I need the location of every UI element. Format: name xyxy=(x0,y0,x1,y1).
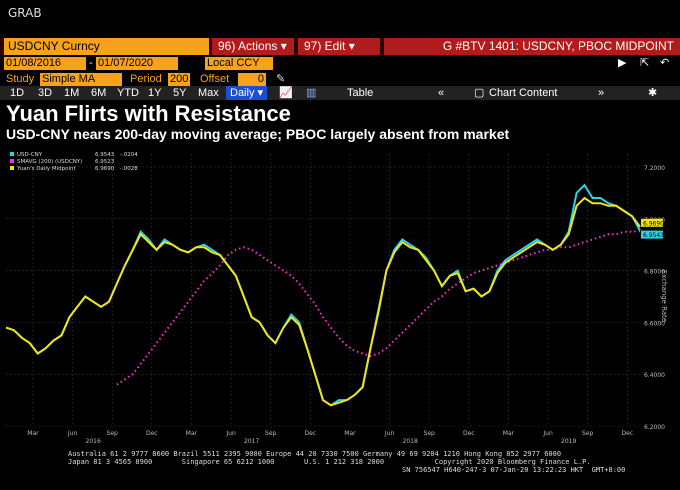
price-chart: 7.20007.00006.80006.60006.40006.2000 Exc… xyxy=(0,146,680,446)
legend-name: SMAVG (200) (USDCNY) xyxy=(17,159,82,165)
period-1m[interactable]: 1M xyxy=(64,86,79,100)
y-tick-label: 6.2000 xyxy=(644,424,665,431)
start-date-field[interactable]: 01/08/2016 xyxy=(4,57,86,70)
x-tick-label: Dec xyxy=(463,430,475,437)
date-separator: - xyxy=(89,57,93,69)
line-chart-icon[interactable]: 📈 xyxy=(279,86,293,100)
period-3d[interactable]: 3D xyxy=(38,86,52,100)
study-row: Study Simple MA Period 200 Offset 0 ✎ xyxy=(0,71,680,87)
last-value-text: 6.9543 xyxy=(643,232,664,239)
x-tick-label: Mar xyxy=(344,430,356,437)
back-icon[interactable]: ↶ xyxy=(660,57,669,70)
x-tick-label: Dec xyxy=(146,430,158,437)
chart-title-bar: G #BTV 1401: USDCNY, PBOC MIDPOINT xyxy=(384,38,680,55)
footer: Australia 61 2 9777 8600 Brazil 5511 239… xyxy=(0,447,680,490)
frequency-select[interactable]: Daily ▾ xyxy=(226,86,268,100)
x-year-label: 2019 xyxy=(561,438,576,445)
x-year-label: 2017 xyxy=(244,438,259,445)
x-tick-label: Jun xyxy=(542,430,553,437)
x-tick-label: Jun xyxy=(384,430,395,437)
chart-content-icon[interactable]: ▢ xyxy=(474,86,484,100)
actions-menu[interactable]: 96) Actions ▾ xyxy=(212,38,294,55)
legend-change: -.0204 xyxy=(120,152,138,158)
x-tick-label: Mar xyxy=(186,430,198,437)
period-6m[interactable]: 6M xyxy=(91,86,106,100)
table-button[interactable]: Table xyxy=(347,86,373,100)
x-year-label: 2018 xyxy=(403,438,418,445)
ticker-field[interactable]: USDCNY Curncy xyxy=(4,38,209,55)
play-icon[interactable]: ▶ xyxy=(618,57,626,70)
x-tick-label: Dec xyxy=(622,430,634,437)
offset-label: Offset xyxy=(200,73,230,85)
end-date-field[interactable]: 01/07/2020 xyxy=(96,57,178,70)
legend-last: 6.9523 xyxy=(95,159,115,165)
x-year-label: 2016 xyxy=(86,438,101,445)
legend-last: 6.9543 xyxy=(95,152,115,158)
currency-select[interactable]: Local CCY xyxy=(205,57,273,70)
export-icon[interactable]: ⇱ xyxy=(640,57,649,70)
pencil-icon[interactable]: ✎ xyxy=(276,73,285,86)
period-max[interactable]: Max xyxy=(198,86,219,100)
legend-swatch xyxy=(10,152,14,156)
x-tick-label: Dec xyxy=(305,430,317,437)
x-tick-label: Sep xyxy=(582,430,594,437)
offset-field[interactable]: 0 xyxy=(238,73,266,86)
expand-icon[interactable]: » xyxy=(598,86,604,100)
date-range-row: 01/08/2016 - 01/07/2020 Local CCY ▶ ⇱ ↶ xyxy=(0,55,680,71)
period-toolbar: 1D 3D 1M 6M YTD 1Y 5Y Max Daily ▾ 📈 ▥ Ta… xyxy=(0,86,680,100)
period-field[interactable]: 200 xyxy=(168,73,190,86)
period-5y[interactable]: 5Y xyxy=(173,86,186,100)
legend-swatch xyxy=(10,159,14,163)
chart-content-button[interactable]: Chart Content xyxy=(489,86,557,100)
legend-change: -.0028 xyxy=(120,166,138,172)
y-tick-label: 7.2000 xyxy=(644,165,665,172)
legend-last: 6.9690 xyxy=(95,166,115,172)
period-1y[interactable]: 1Y xyxy=(148,86,161,100)
headline: Yuan Flirts with Resistance xyxy=(6,101,291,126)
y-axis-title: Exchange Rate xyxy=(660,270,668,322)
x-tick-label: Sep xyxy=(107,430,119,437)
footer-line-3: SN 756547 H640-247-3 07-Jan-20 13:22:23 … xyxy=(402,466,626,474)
study-label: Study xyxy=(6,73,35,85)
y-tick-label: 6.4000 xyxy=(644,372,665,379)
x-tick-label: Jun xyxy=(67,430,78,437)
x-tick-label: Mar xyxy=(503,430,515,437)
x-tick-label: Sep xyxy=(265,430,277,437)
edit-menu[interactable]: 97) Edit ▾ xyxy=(298,38,380,55)
footer-line-1: Australia 61 2 9777 8600 Brazil 5511 239… xyxy=(68,450,562,458)
footer-line-2: Japan 81 3 4565 8900 Singapore 65 6212 1… xyxy=(68,458,591,466)
subheadline: USD-CNY nears 200-day moving average; PB… xyxy=(6,126,510,142)
legend-swatch xyxy=(10,166,14,170)
gear-icon[interactable]: ✱ xyxy=(648,86,657,100)
x-tick-label: Jun xyxy=(225,430,236,437)
period-ytd[interactable]: YTD xyxy=(117,86,139,100)
collapse-icon[interactable]: « xyxy=(438,86,444,100)
study-select[interactable]: Simple MA xyxy=(40,73,122,86)
last-value-text: 6.9690 xyxy=(643,220,664,227)
bar-chart-icon[interactable]: ▥ xyxy=(306,86,316,100)
period-1d[interactable]: 1D xyxy=(10,86,24,100)
legend-name: USD-CNY xyxy=(17,152,43,158)
grab-label: GRAB xyxy=(8,6,42,20)
period-label: Period xyxy=(130,73,162,85)
x-tick-label: Mar xyxy=(27,430,39,437)
x-tick-label: Sep xyxy=(424,430,436,437)
legend-name: Yuan's Daily Midpoint xyxy=(16,166,76,172)
